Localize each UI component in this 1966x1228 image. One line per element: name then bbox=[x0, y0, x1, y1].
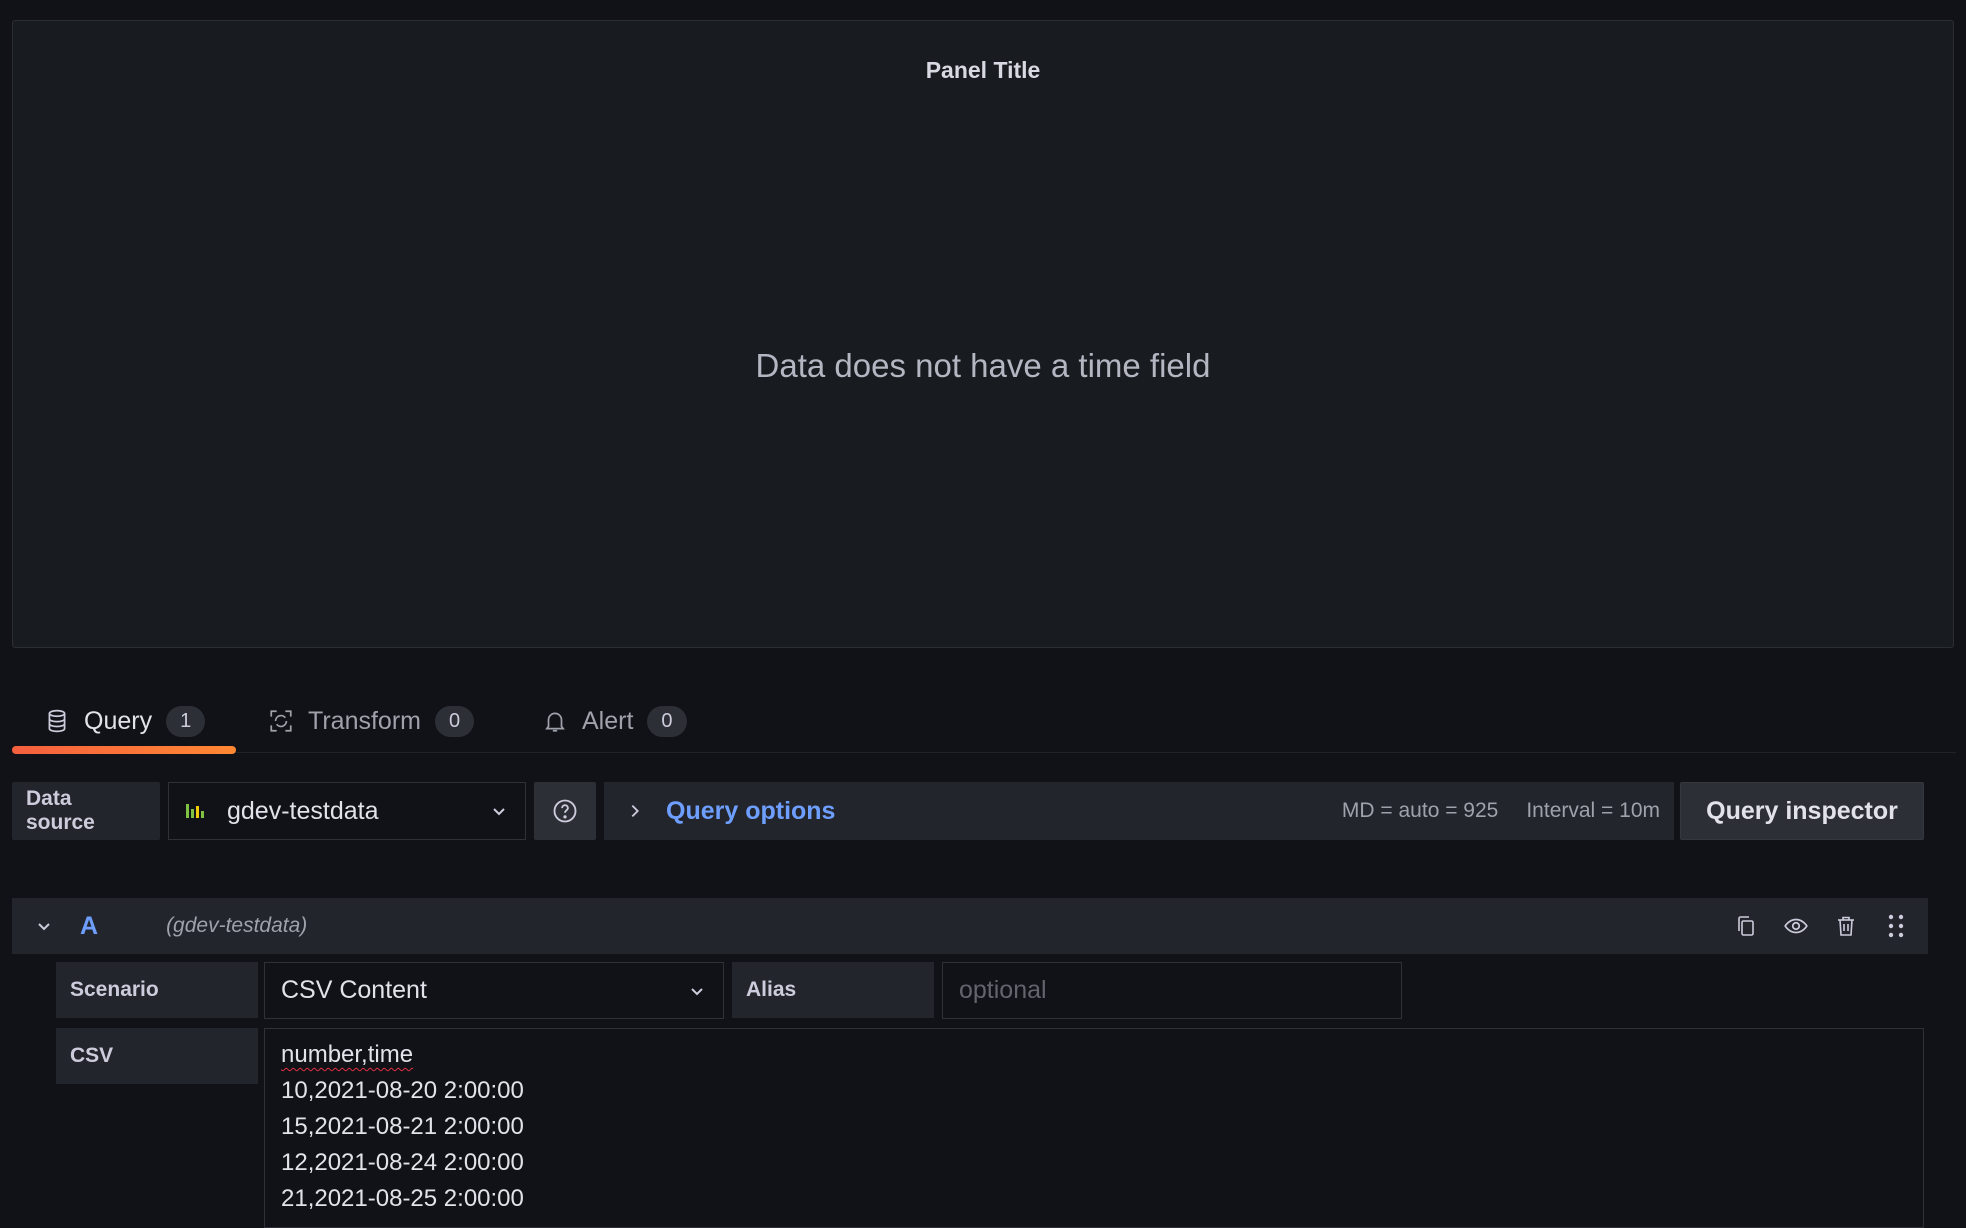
chevron-right-icon bbox=[631, 804, 639, 818]
drag-handle-icon[interactable] bbox=[1882, 912, 1910, 940]
datasource-label: Data source bbox=[12, 782, 160, 840]
query-toolbar: Data source gdev-testdata Query options … bbox=[12, 782, 1924, 840]
transform-icon bbox=[266, 706, 296, 736]
query-options-summary: MD = auto = 925 Interval = 10m bbox=[1342, 799, 1674, 823]
query-row-header: A (gdev-testdata) bbox=[12, 898, 1928, 954]
scenario-value: CSV Content bbox=[281, 976, 427, 1004]
panel-title[interactable]: Panel Title bbox=[13, 57, 1953, 84]
tab-alert-label: Alert bbox=[582, 706, 634, 735]
chevron-down-icon bbox=[691, 987, 703, 995]
alias-label: Alias bbox=[732, 962, 934, 1018]
query-options-toggle[interactable]: Query options MD = auto = 925 Interval =… bbox=[604, 782, 1674, 840]
datasource-picker[interactable]: gdev-testdata bbox=[168, 782, 526, 840]
tab-transform[interactable]: Transform 0 bbox=[266, 690, 475, 752]
max-datapoints-info: MD = auto = 925 bbox=[1341, 799, 1499, 822]
tab-alert[interactable]: Alert 0 bbox=[540, 690, 687, 752]
alias-input[interactable] bbox=[942, 962, 1402, 1019]
query-row-actions bbox=[1732, 912, 1928, 940]
csv-line: 15,2021-08-21 2:00:00 bbox=[281, 1113, 524, 1140]
duplicate-query-icon[interactable] bbox=[1732, 912, 1760, 940]
tab-query[interactable]: Query 1 bbox=[12, 690, 236, 754]
query-options-label: Query options bbox=[666, 796, 836, 825]
query-inspector-button[interactable]: Query inspector bbox=[1680, 782, 1924, 840]
testdata-logo-icon bbox=[186, 804, 204, 818]
editor-tabs: Query 1 Transform 0 Alert 0 bbox=[12, 690, 1956, 754]
csv-line: 12,2021-08-24 2:00:00 bbox=[281, 1149, 524, 1176]
tab-transform-count: 0 bbox=[434, 705, 475, 737]
panel: Panel Title Data does not have a time fi… bbox=[12, 20, 1954, 648]
datasource-value: gdev-testdata bbox=[227, 796, 379, 825]
tab-query-label: Query bbox=[84, 706, 153, 735]
trash-icon[interactable] bbox=[1832, 912, 1860, 940]
csv-label: CSV bbox=[56, 1028, 258, 1084]
csv-line: 10,2021-08-20 2:00:00 bbox=[281, 1077, 524, 1104]
database-icon bbox=[42, 706, 72, 736]
question-circle-icon bbox=[553, 799, 577, 823]
tab-transform-label: Transform bbox=[308, 706, 421, 735]
bell-icon bbox=[540, 706, 570, 736]
eye-icon[interactable] bbox=[1782, 912, 1810, 940]
tab-query-count: 1 bbox=[166, 705, 206, 737]
panel-no-data-message: Data does not have a time field bbox=[755, 347, 1211, 384]
collapse-chevron-icon[interactable] bbox=[34, 916, 54, 936]
chevron-down-icon bbox=[493, 808, 505, 816]
query-datasource-name: (gdev-testdata) bbox=[166, 914, 308, 937]
query-ref-id[interactable]: A bbox=[80, 912, 98, 941]
scenario-select[interactable]: CSV Content bbox=[264, 962, 724, 1019]
csv-line: number,time bbox=[281, 1041, 414, 1068]
scenario-label: Scenario bbox=[56, 962, 258, 1018]
csv-content-editor[interactable]: number,time 10,2021-08-20 2:00:00 15,202… bbox=[264, 1028, 1924, 1228]
tab-alert-count: 0 bbox=[647, 705, 687, 737]
csv-line: 21,2021-08-25 2:00:00 bbox=[281, 1185, 524, 1212]
datasource-help-button[interactable] bbox=[534, 782, 596, 840]
interval-info: Interval = 10m bbox=[1526, 799, 1660, 822]
